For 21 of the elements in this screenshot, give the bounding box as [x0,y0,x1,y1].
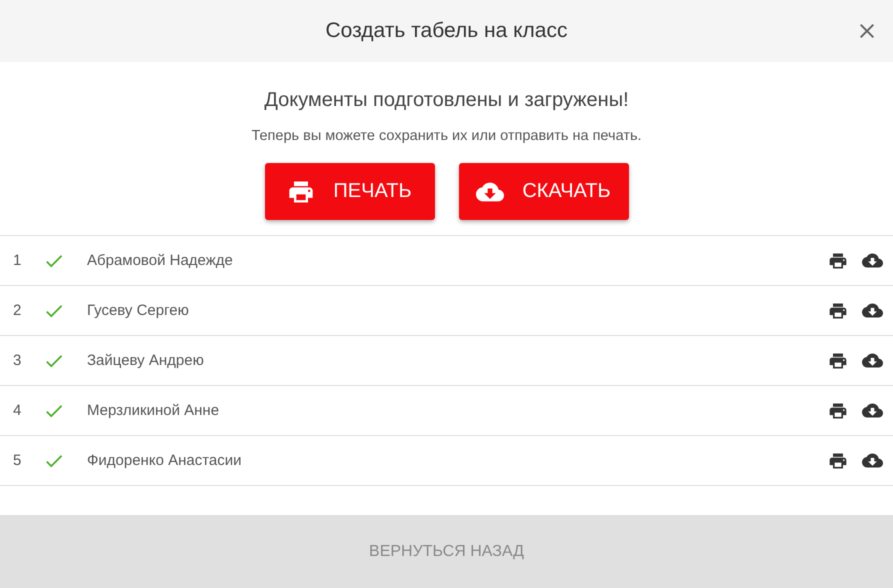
back-button[interactable]: ВЕРНУТЬСЯ НАЗАД [0,515,893,588]
print-icon[interactable] [828,250,848,270]
row-number: 5 [13,452,22,469]
message-text: Теперь вы можете сохранить их или отправить на печать. [251,128,642,144]
row-number: 4 [13,402,22,419]
student-name: Зайцеву Андрею [87,352,205,369]
download-button[interactable]: СКАЧАТЬ [458,163,628,220]
row-number: 1 [13,252,22,269]
print-icon[interactable] [828,350,848,370]
student-name: Гусеву Сергею [87,302,190,319]
print-icon[interactable] [828,400,848,420]
row-number: 2 [13,302,22,319]
student-name: Фидоренко Анастасии [87,452,243,469]
print-button[interactable]: ПЕЧАТЬ [264,163,434,220]
print-icon[interactable] [828,300,848,320]
dialog-title: Создать табель на класс [326,19,568,43]
student-name: Абрамовой Надежде [87,252,234,269]
student-name: Мерзликиной Анне [87,402,220,419]
row-number: 3 [13,352,22,369]
print-icon[interactable] [828,450,848,470]
message-heading: Документы подготовлены и загружены! [264,89,629,112]
